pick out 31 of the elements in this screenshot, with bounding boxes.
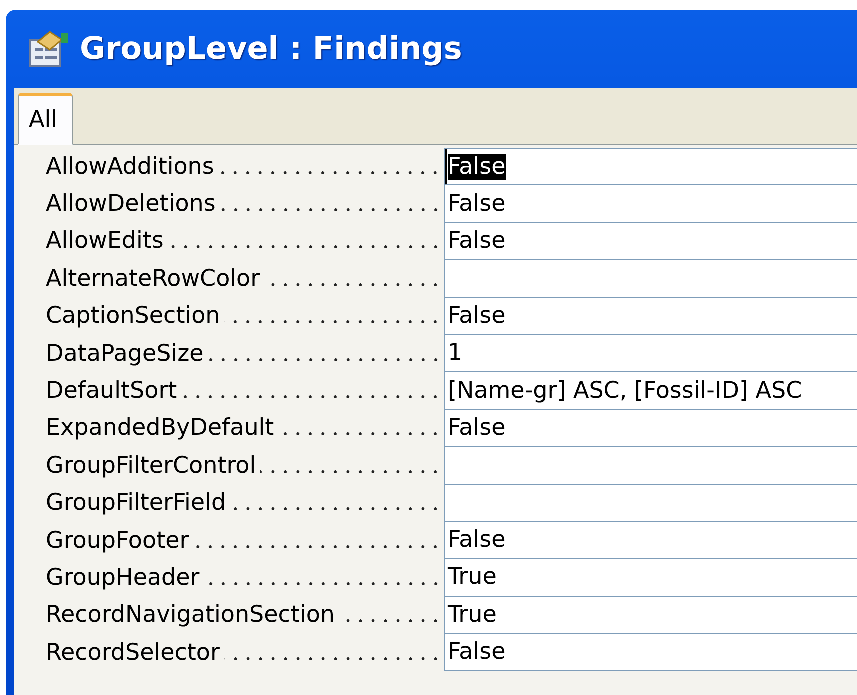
property-name: RecordNavigationSection [46, 602, 335, 628]
property-value-field[interactable] [444, 484, 857, 522]
property-value-field[interactable]: [Name-gr] ASC, [Fossil-ID] ASC [444, 372, 857, 410]
property-value-field[interactable]: 1 [444, 334, 857, 372]
property-value-field[interactable] [444, 447, 857, 485]
property-value-field[interactable]: False [444, 634, 857, 672]
property-name: GroupFilterField [46, 490, 226, 516]
property-name: AllowDeletions [46, 191, 216, 218]
property-value-field[interactable]: False [444, 522, 857, 560]
property-name: ExpandedByDefault [46, 415, 274, 442]
property-name: DataPageSize [46, 340, 204, 367]
property-value-field[interactable]: False [444, 185, 857, 223]
property-value-field[interactable]: True [444, 596, 857, 634]
property-value-field[interactable]: False [444, 148, 857, 186]
property-name: DefaultSort [46, 378, 178, 404]
property-value-field[interactable] [444, 260, 857, 298]
form-properties-icon [28, 30, 70, 68]
property-value-field[interactable]: False [444, 410, 857, 448]
property-name: CaptionSection [46, 303, 220, 330]
property-name: AllowAdditions [46, 154, 214, 180]
window-title: GroupLevel : Findings [80, 31, 462, 67]
property-name: GroupHeader [46, 564, 200, 591]
property-name: GroupFooter [46, 528, 190, 554]
property-name: AllowEdits [46, 228, 164, 254]
property-value-field[interactable]: True [444, 559, 857, 597]
property-value-field[interactable]: False [444, 298, 857, 335]
property-name: RecordSelector [46, 640, 220, 666]
property-name: AlternateRowColor [46, 266, 260, 292]
property-value-field[interactable]: False [444, 222, 857, 260]
tab[interactable]: All [18, 93, 73, 145]
property-name: GroupFilterControl [46, 452, 256, 479]
